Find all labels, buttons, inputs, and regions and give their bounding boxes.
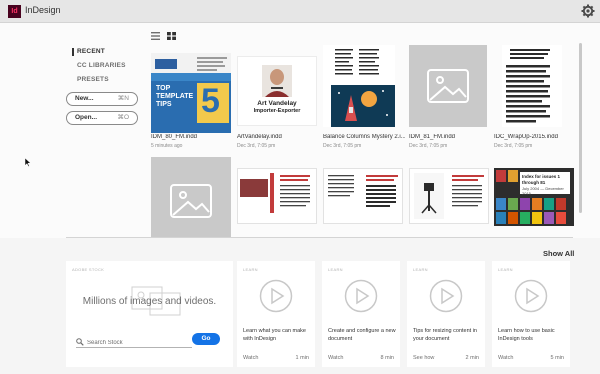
show-all-link[interactable]: Show All (543, 249, 574, 258)
learn-title: Create and configure a new document (328, 328, 396, 342)
open-shortcut: ⌘O (117, 114, 129, 121)
list-view-icon[interactable] (151, 32, 160, 40)
recent-file-date: 5 minutes ago (151, 143, 183, 149)
recent-file-thumbnail[interactable] (237, 168, 317, 224)
side-nav: RECENT CC LIBRARIES PRESETS (72, 45, 126, 87)
recent-file-date: Dec 3rd, 7:05 pm (409, 143, 448, 149)
recent-file-date: Dec 3rd, 7:05 pm (323, 143, 362, 149)
play-icon[interactable] (259, 279, 293, 313)
magazine-spread-thumbnail (414, 173, 484, 219)
learn-title: Learn what you can make with InDesign (243, 328, 306, 342)
nav-item-cc-libraries[interactable]: CC LIBRARIES (72, 59, 126, 73)
recent-file-name[interactable]: ArtVandelay.indd (237, 134, 319, 140)
stock-card: ADOBE STOCK Millions of images and video… (66, 261, 233, 367)
recent-file-thumbnail[interactable]: TOP TEMPLATE TIPS 5 (151, 53, 231, 133)
nav-item-recent[interactable]: RECENT (72, 45, 126, 59)
recent-file-thumbnail[interactable] (502, 45, 562, 127)
learn-title: Tips for resizing content in your docume… (413, 328, 477, 342)
new-button[interactable]: New... ⌘N (66, 92, 138, 106)
learn-duration: 1 min (295, 355, 309, 361)
open-button[interactable]: Open... ⌘O (66, 111, 138, 125)
learn-caption: LEARN (328, 267, 343, 272)
stock-caption: ADOBE STOCK (72, 267, 105, 272)
image-placeholder-icon (427, 69, 469, 103)
learn-action[interactable]: Watch (243, 355, 258, 361)
title-bar: Id InDesign (0, 0, 600, 23)
magazine-spread-thumbnail (328, 175, 398, 207)
top-tips-text: TOP TEMPLATE TIPS (156, 85, 194, 108)
recent-scrollbar[interactable] (579, 43, 582, 213)
recent-file-date: Dec 3rd, 7:05 pm (237, 143, 276, 149)
learn-title: Learn how to use basic InDesign tools (498, 328, 555, 342)
app-title: InDesign (25, 5, 61, 15)
play-icon[interactable] (514, 279, 548, 313)
indesign-logo-icon: Id (8, 5, 21, 18)
learn-duration: 5 min (550, 355, 564, 361)
recent-file-thumbnail[interactable]: Index for issues 1 through 81 July 2004 … (494, 168, 574, 226)
play-icon[interactable] (429, 279, 463, 313)
stock-search-input[interactable] (87, 338, 187, 347)
learn-duration: 2 min (465, 355, 479, 361)
learn-action[interactable]: See how (413, 355, 434, 361)
learn-card[interactable]: LEARN Tips for resizing content in your … (407, 261, 485, 367)
wrapup-thumbnail (506, 49, 550, 123)
art-name-text: Art Vandelay (257, 100, 297, 107)
open-button-label: Open... (75, 114, 98, 121)
learn-card[interactable]: LEARN Learn what you can make with InDes… (237, 261, 315, 367)
art-role-text: Importer-Exporter (253, 108, 301, 114)
search-icon (76, 338, 84, 346)
recent-file-thumbnail[interactable] (409, 168, 489, 224)
new-button-label: New... (75, 95, 94, 102)
five-text: 5 (201, 82, 220, 120)
recent-file-name[interactable]: IDM_80_FM.indd (151, 134, 233, 140)
recent-file-name[interactable]: Balance Columns Mystery 2.i... (323, 134, 405, 140)
stock-search-field[interactable] (76, 337, 192, 348)
recent-file-name[interactable]: IDC_WrapUp-2015.indd (494, 134, 576, 140)
magazine-spread-thumbnail (238, 169, 310, 223)
magazine-index-title: Index for issues 1 through 81 (522, 174, 561, 185)
stock-headline: Millions of images and videos. (82, 296, 217, 307)
mouse-cursor-icon (25, 158, 31, 167)
art-vandelay-thumbnail (262, 65, 292, 97)
go-button[interactable]: Go (192, 333, 220, 345)
recent-file-thumbnail[interactable] (323, 168, 403, 224)
recent-file-thumbnail[interactable]: Art Vandelay Importer-Exporter (237, 56, 317, 126)
grid-view-icon[interactable] (167, 32, 176, 40)
learn-action[interactable]: Watch (498, 355, 513, 361)
magazine-index-dates: July 2004 — December 2015 (522, 186, 564, 196)
learn-duration: 8 min (380, 355, 394, 361)
recent-file-name[interactable]: IDM_81_FM.indd (409, 134, 491, 140)
learn-caption: LEARN (498, 267, 513, 272)
learn-card[interactable]: LEARN Learn how to use basic InDesign to… (492, 261, 570, 367)
learn-action[interactable]: Watch (328, 355, 343, 361)
balance-columns-thumbnail (331, 49, 395, 127)
gear-icon[interactable] (581, 4, 595, 18)
learn-caption: LEARN (413, 267, 428, 272)
learn-caption: LEARN (243, 267, 258, 272)
recent-file-thumbnail[interactable] (409, 45, 487, 127)
learn-card[interactable]: LEARN Create and configure a new documen… (322, 261, 400, 367)
section-divider (66, 237, 573, 238)
recent-panel: RECENT CC LIBRARIES PRESETS New... ⌘N Op… (0, 23, 600, 238)
image-placeholder-icon (170, 184, 212, 218)
play-icon[interactable] (344, 279, 378, 313)
recent-file-thumbnail[interactable] (323, 45, 395, 127)
new-shortcut: ⌘N (117, 95, 129, 102)
recent-file-thumbnail[interactable] (151, 157, 231, 238)
recent-file-date: Dec 3rd, 7:05 pm (494, 143, 533, 149)
nav-item-presets[interactable]: PRESETS (72, 73, 126, 87)
